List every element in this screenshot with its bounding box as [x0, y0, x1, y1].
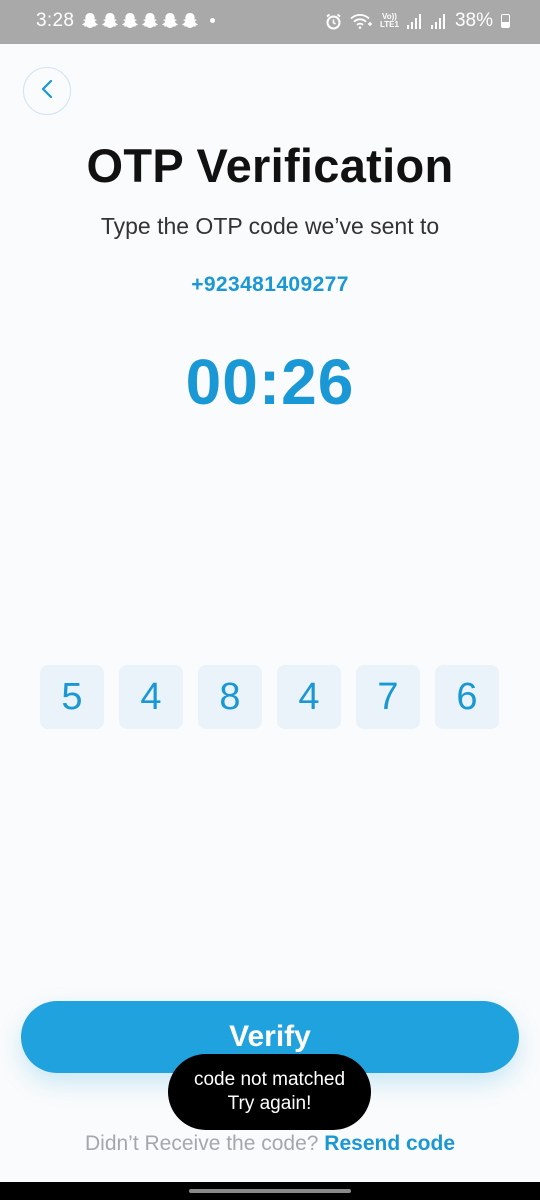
snapchat-icon	[182, 12, 198, 29]
alarm-icon	[325, 13, 342, 30]
resend-row: Didn’t Receive the code? Resend code	[0, 1132, 540, 1156]
back-button[interactable]	[23, 67, 71, 115]
phone-number: +923481409277	[191, 273, 349, 296]
home-gesture-handle[interactable]	[189, 1189, 351, 1193]
snapchat-icon	[102, 12, 118, 29]
snapchat-icon	[82, 12, 98, 29]
resend-prompt: Didn’t Receive the code?	[84, 1132, 325, 1155]
navigation-bar	[0, 1182, 540, 1200]
otp-digit-4[interactable]: 4	[277, 665, 341, 729]
status-bar: 3:28 Vo)) LTE1 38%	[0, 0, 540, 44]
otp-verification-screen: 3:28 Vo)) LTE1 38% OTP Verification Type…	[0, 0, 540, 1200]
otp-instructions: Type the OTP code we’ve sent to	[100, 213, 440, 239]
error-toast: code not matched Try again!	[168, 1054, 371, 1130]
otp-digit-1[interactable]: 5	[40, 665, 104, 729]
wifi-icon	[350, 13, 372, 29]
otp-digit-5[interactable]: 7	[356, 665, 420, 729]
status-time: 3:28	[36, 10, 75, 31]
otp-digit-3[interactable]: 8	[198, 665, 262, 729]
battery-icon	[501, 14, 510, 28]
notification-icons	[82, 12, 215, 29]
signal-icon	[406, 13, 423, 29]
snapchat-icon	[122, 12, 138, 29]
toast-retry: Try again!	[227, 1093, 312, 1114]
snapchat-icon	[162, 12, 178, 29]
toast-message: code not matched	[193, 1069, 346, 1090]
page-title: OTP Verification	[86, 139, 454, 192]
snapchat-icon	[142, 12, 158, 29]
volte-indicator: Vo)) LTE1	[380, 13, 399, 29]
more-notifications-dot	[210, 18, 215, 23]
otp-digit-6[interactable]: 6	[435, 665, 499, 729]
signal-icon	[430, 13, 447, 29]
resend-code-link[interactable]: Resend code	[324, 1132, 455, 1155]
lte-label: LTE1	[380, 20, 399, 29]
status-right: Vo)) LTE1 38%	[325, 10, 510, 32]
otp-input-row: 5 4 8 4 7 6	[40, 665, 499, 729]
countdown-timer: 00:26	[185, 346, 355, 418]
otp-digit-2[interactable]: 4	[119, 665, 183, 729]
battery-percent: 38%	[454, 10, 493, 31]
chevron-left-icon	[40, 78, 54, 105]
